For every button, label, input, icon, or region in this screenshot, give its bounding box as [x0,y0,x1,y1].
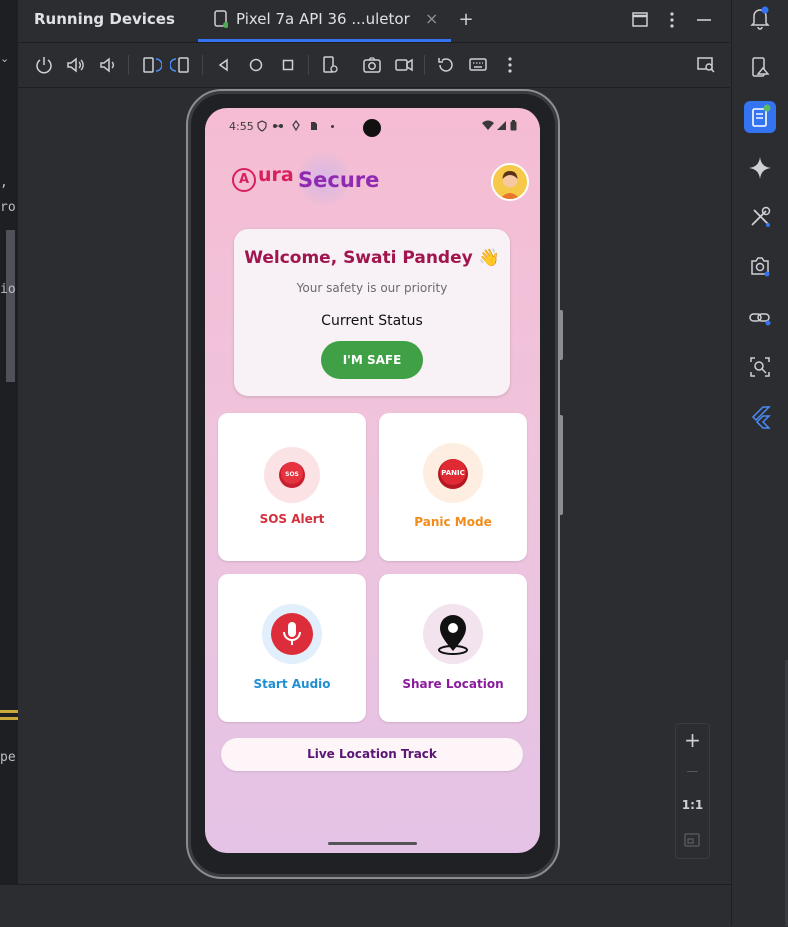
current-status-label: Current Status [321,313,423,329]
right-tool-window-bar [731,0,788,926]
sos-icon: SOS [264,447,320,503]
more-options-icon[interactable] [660,8,684,32]
zoom-panel: + — 1:1 [675,723,710,859]
wifi-icon [481,120,495,131]
status-time: 4:55 [229,120,254,133]
device-icon [214,10,228,28]
toolbar-separator [128,55,129,75]
gesture-home-bar[interactable] [328,842,417,845]
layout-inspector-icon[interactable] [744,351,776,383]
start-audio-card[interactable]: Start Audio [218,574,366,722]
start-audio-label: Start Audio [253,677,331,691]
tab-device-pixel-7a[interactable]: Pixel 7a API 36 ...uletor × [198,0,451,42]
sos-alert-card[interactable]: SOS SOS Alert [218,413,366,561]
left-editor-strip: , ro io pe ⌄ [0,0,18,926]
phone-volume-button[interactable] [558,415,563,515]
toolbar-separator [424,55,425,75]
sim-icon [310,121,318,131]
camera-icon[interactable] [360,53,384,77]
toolbar-separator [202,55,203,75]
welcome-title: Welcome, Swati Pandey 👋 [244,248,500,268]
editor-scrollbar[interactable] [6,230,15,382]
gemini-icon[interactable] [744,152,776,184]
shield-icon [257,120,267,132]
share-location-card[interactable]: Share Location [379,574,527,722]
add-tab-icon[interactable]: + [454,8,478,32]
svg-text:SOS: SOS [285,471,299,478]
sync-icon [272,121,284,131]
app-inspection-icon[interactable] [744,251,776,283]
link-icon[interactable] [744,302,776,334]
window-icon[interactable] [628,8,652,32]
zoom-actual-size-button[interactable]: 1:1 [676,798,709,812]
volume-up-icon[interactable] [64,53,88,77]
code-fragment: , [0,175,8,190]
tab-label: Pixel 7a API 36 ...uletor [236,10,410,28]
share-location-label: Share Location [402,677,504,691]
device-settings-icon[interactable] [318,53,342,77]
microphone-icon [262,604,322,664]
flutter-icon[interactable] [744,401,776,433]
dot-icon [331,125,334,128]
logo-ura: ura [258,164,294,186]
bottom-status-area [0,884,731,927]
rotate-left-icon[interactable] [138,53,162,77]
emulator-toolbar [18,43,730,88]
build-tools-icon[interactable] [744,201,776,233]
device-manager-icon[interactable] [744,52,776,84]
toolbar-separator [308,55,309,75]
display-inspect-icon[interactable] [694,53,718,77]
minimize-icon[interactable] [692,8,716,32]
keyboard-icon[interactable] [466,53,490,77]
front-camera [363,119,381,137]
im-safe-button[interactable]: I'M SAFE [321,341,423,379]
screen-record-icon[interactable] [392,53,416,77]
logo-secure: Secure [298,168,380,192]
volume-down-icon[interactable] [96,53,120,77]
zoom-out-button[interactable]: — [676,764,709,778]
code-fragment: ro [0,200,16,215]
zoom-fit-icon[interactable] [684,832,700,848]
avatar[interactable] [491,163,529,201]
sos-alert-label: SOS Alert [259,512,325,526]
svg-text:PANIC: PANIC [441,469,465,477]
panic-mode-label: Panic Mode [414,515,492,529]
phone-screen: 4:55 A ura Secure Welcome, Swati Pandey … [205,108,540,853]
rotate-right-icon[interactable] [170,53,194,77]
zoom-in-button[interactable]: + [676,728,709,752]
welcome-card: Welcome, Swati Pandey 👋 Your safety is o… [234,229,510,396]
panel-title: Running Devices [34,10,175,28]
overview-icon[interactable] [276,53,300,77]
live-location-track-button[interactable]: Live Location Track [221,738,523,771]
running-devices-header: Running Devices Pixel 7a API 36 ...uleto… [18,0,730,43]
snapshot-restore-icon[interactable] [434,53,458,77]
home-icon[interactable] [244,53,268,77]
running-devices-icon[interactable] [744,101,776,133]
welcome-subtitle: Your safety is our priority [296,281,448,295]
phone-side-button[interactable] [558,310,563,360]
android-icon [292,120,300,131]
logo-letter: A [232,168,256,192]
code-fragment: pe [0,750,16,765]
more-toolbar-icon[interactable] [498,53,522,77]
location-pin-icon [423,604,483,664]
close-icon[interactable]: × [425,9,438,28]
back-icon[interactable] [212,53,236,77]
panic-icon: PANIC [423,443,483,503]
power-icon[interactable] [32,53,56,77]
signal-icon [496,120,507,131]
code-fragment: io [0,282,16,297]
separator-mark [0,710,18,713]
battery-icon [510,120,517,131]
chevron-down-icon[interactable]: ⌄ [0,52,9,65]
panic-mode-card[interactable]: PANIC Panic Mode [379,413,527,561]
notifications-icon[interactable] [744,2,776,34]
separator-mark [0,717,18,720]
